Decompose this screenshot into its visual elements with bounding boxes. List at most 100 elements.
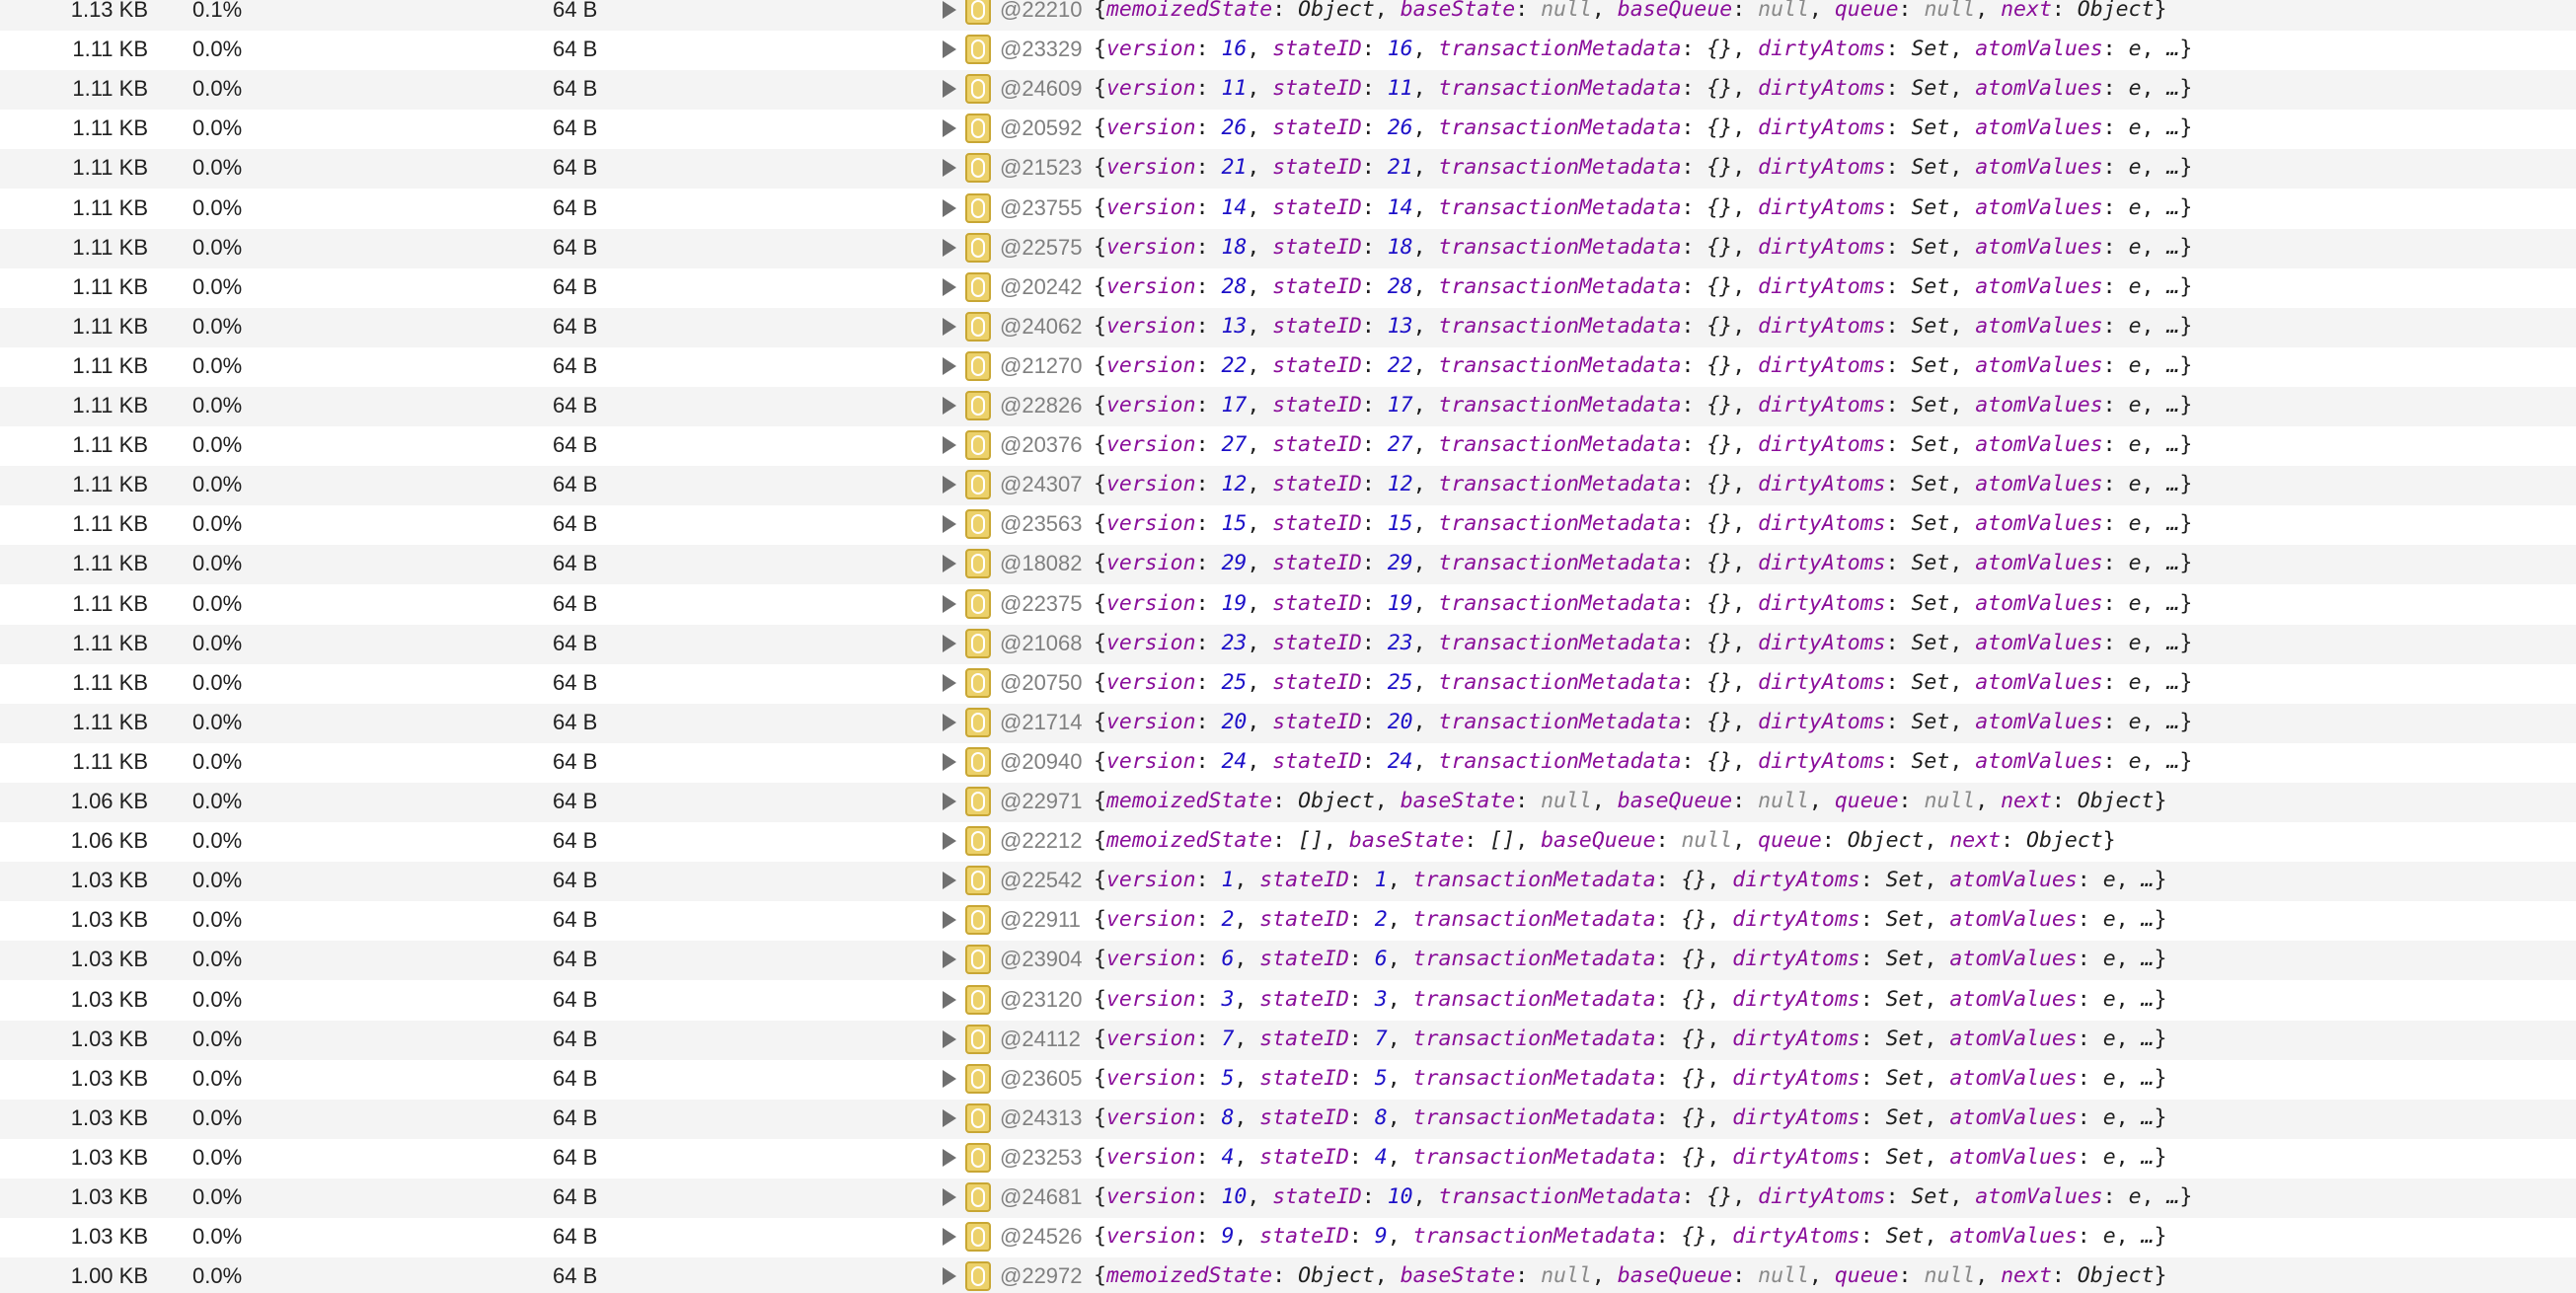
- table-row[interactable]: 1.03 KB 0.0% 64 B @24112 {version: 7, stateI…: [0, 1021, 2576, 1060]
- table-row[interactable]: 1.03 KB 0.0% 64 B @24681 {version: 10, state…: [0, 1179, 2576, 1218]
- field-value: e: [2102, 1145, 2116, 1170]
- disclosure-triangle-icon[interactable]: [943, 1030, 956, 1048]
- ellipsis: …: [2141, 1145, 2155, 1170]
- retained-percent: 0.0%: [192, 631, 243, 655]
- table-row[interactable]: 1.00 KB 0.0% 64 B @22972 {memoizedState: Obj…: [0, 1257, 2576, 1293]
- table-row[interactable]: 1.03 KB 0.0% 64 B @23904 {version: 6, stateI…: [0, 941, 2576, 980]
- disclosure-triangle-icon[interactable]: [943, 674, 956, 692]
- table-row[interactable]: 1.11 KB 0.0% 64 B @23329 {version: 16, state…: [0, 31, 2576, 70]
- disclosure-triangle-icon[interactable]: [943, 832, 956, 850]
- disclosure-triangle-icon[interactable]: [943, 1070, 956, 1088]
- table-row[interactable]: 1.11 KB 0.0% 64 B @24307 {version: 12, state…: [0, 466, 2576, 505]
- field-value: Object: [2026, 828, 2103, 853]
- disclosure-triangle-icon[interactable]: [943, 635, 956, 652]
- field-key: transactionMetadata: [1438, 115, 1682, 140]
- object-type-glyph: [971, 1266, 985, 1286]
- shallow-size: 64 B: [553, 155, 598, 180]
- field-key: atomValues: [1975, 37, 2103, 61]
- field-key: version: [1105, 1066, 1196, 1091]
- disclosure-triangle-icon[interactable]: [943, 476, 956, 494]
- shallow-size: 64 B: [553, 631, 598, 655]
- table-row[interactable]: 1.11 KB 0.0% 64 B @21714 {version: 20, state…: [0, 704, 2576, 743]
- object-type-glyph: [971, 910, 985, 930]
- disclosure-triangle-icon[interactable]: [943, 357, 956, 375]
- table-row[interactable]: 1.11 KB 0.0% 64 B @20750 {version: 25, state…: [0, 664, 2576, 704]
- field-key: stateID: [1272, 37, 1362, 61]
- field-value: 3: [1221, 987, 1235, 1012]
- object-preview: {memoizedState: Object, baseState: null,…: [1094, 789, 2167, 813]
- field-key: baseQueue: [1617, 1263, 1733, 1288]
- disclosure-triangle-icon[interactable]: [943, 159, 956, 177]
- table-row[interactable]: 1.06 KB 0.0% 64 B @22212 {memoizedState: [],…: [0, 822, 2576, 862]
- table-row[interactable]: 1.11 KB 0.0% 64 B @21068 {version: 23, state…: [0, 625, 2576, 664]
- field-value: 23: [1221, 631, 1248, 655]
- disclosure-triangle-icon[interactable]: [943, 951, 956, 968]
- table-row[interactable]: 1.03 KB 0.0% 64 B @23605 {version: 5, stateI…: [0, 1060, 2576, 1100]
- table-row[interactable]: 1.03 KB 0.0% 64 B @22911 {version: 2, stateI…: [0, 901, 2576, 941]
- table-row[interactable]: 1.11 KB 0.0% 64 B @22826 {version: 17, state…: [0, 387, 2576, 426]
- object-preview: {version: 14, stateID: 14, transactionMe…: [1094, 195, 2193, 220]
- disclosure-triangle-icon[interactable]: [943, 555, 956, 572]
- table-row[interactable]: 1.11 KB 0.0% 64 B @20940 {version: 24, state…: [0, 743, 2576, 783]
- disclosure-triangle-icon[interactable]: [943, 793, 956, 810]
- field-value: Set: [1911, 710, 1950, 734]
- table-row[interactable]: 1.11 KB 0.0% 64 B @24062 {version: 13, state…: [0, 308, 2576, 347]
- table-row[interactable]: 1.11 KB 0.0% 64 B @20592 {version: 26, state…: [0, 110, 2576, 149]
- field-value: Set: [1911, 670, 1950, 695]
- disclosure-triangle-icon[interactable]: [943, 753, 956, 771]
- disclosure-triangle-icon[interactable]: [943, 436, 956, 454]
- disclosure-triangle-icon[interactable]: [943, 318, 956, 336]
- disclosure-triangle-icon[interactable]: [943, 595, 956, 613]
- table-row[interactable]: 1.03 KB 0.0% 64 B @23120 {version: 3, stateI…: [0, 981, 2576, 1021]
- table-row[interactable]: 1.11 KB 0.0% 64 B @20242 {version: 28, state…: [0, 268, 2576, 308]
- disclosure-triangle-icon[interactable]: [943, 239, 956, 257]
- table-row[interactable]: 1.11 KB 0.0% 64 B @22375 {version: 19, state…: [0, 585, 2576, 625]
- field-value: 4: [1221, 1145, 1235, 1170]
- disclosure-triangle-icon[interactable]: [943, 714, 956, 731]
- disclosure-triangle-icon[interactable]: [943, 1109, 956, 1127]
- disclosure-triangle-icon[interactable]: [943, 80, 956, 98]
- table-row[interactable]: 1.11 KB 0.0% 64 B @20376 {version: 27, state…: [0, 426, 2576, 466]
- disclosure-triangle-icon[interactable]: [943, 278, 956, 296]
- disclosure-triangle-icon[interactable]: [943, 119, 956, 137]
- disclosure-triangle-icon[interactable]: [943, 1267, 956, 1285]
- table-row[interactable]: 1.11 KB 0.0% 64 B @24609 {version: 11, state…: [0, 70, 2576, 110]
- object-type-icon: [965, 1025, 991, 1054]
- table-row[interactable]: 1.11 KB 0.0% 64 B @18082 {version: 29, state…: [0, 545, 2576, 584]
- table-row[interactable]: 1.11 KB 0.0% 64 B @23563 {version: 15, state…: [0, 505, 2576, 545]
- disclosure-triangle-icon[interactable]: [943, 1188, 956, 1206]
- disclosure-triangle-icon[interactable]: [943, 991, 956, 1009]
- table-row[interactable]: 1.11 KB 0.0% 64 B @21523 {version: 21, state…: [0, 149, 2576, 189]
- table-row[interactable]: 1.03 KB 0.0% 64 B @23253 {version: 4, stateI…: [0, 1139, 2576, 1179]
- disclosure-triangle-icon[interactable]: [943, 911, 956, 929]
- ellipsis: …: [2141, 987, 2155, 1012]
- table-row[interactable]: 1.11 KB 0.0% 64 B @21270 {version: 22, state…: [0, 347, 2576, 387]
- table-row[interactable]: 1.11 KB 0.0% 64 B @23755 {version: 14, state…: [0, 190, 2576, 229]
- table-row[interactable]: 1.06 KB 0.0% 64 B @22971 {memoizedState: Obj…: [0, 783, 2576, 822]
- table-row[interactable]: 1.03 KB 0.0% 64 B @24313 {version: 8, stateI…: [0, 1100, 2576, 1139]
- disclosure-triangle-icon[interactable]: [943, 515, 956, 533]
- table-row[interactable]: 1.13 KB 0.1% 64 B @22210 {memoizedState: Obj…: [0, 0, 2576, 31]
- table-row[interactable]: 1.11 KB 0.0% 64 B @22575 {version: 18, state…: [0, 229, 2576, 268]
- table-row[interactable]: 1.03 KB 0.0% 64 B @24526 {version: 9, stateI…: [0, 1218, 2576, 1257]
- ellipsis: …: [2166, 749, 2180, 774]
- object-type-glyph: [971, 0, 985, 20]
- field-value: null: [1924, 789, 1976, 813]
- field-value: Object: [1298, 789, 1375, 813]
- disclosure-triangle-icon[interactable]: [943, 1228, 956, 1246]
- disclosure-triangle-icon[interactable]: [943, 199, 956, 217]
- object-type-glyph: [971, 514, 985, 534]
- object-preview: {version: 23, stateID: 23, transactionMe…: [1094, 631, 2193, 655]
- disclosure-triangle-icon[interactable]: [943, 40, 956, 58]
- disclosure-triangle-icon[interactable]: [943, 397, 956, 415]
- object-id: @24526: [1000, 1224, 1083, 1249]
- field-key: atomValues: [1949, 1027, 2078, 1051]
- disclosure-triangle-icon[interactable]: [943, 1149, 956, 1167]
- field-key: stateID: [1259, 1066, 1349, 1091]
- shallow-size: 64 B: [553, 1263, 598, 1288]
- table-row[interactable]: 1.03 KB 0.0% 64 B @22542 {version: 1, stateI…: [0, 862, 2576, 901]
- disclosure-triangle-icon[interactable]: [943, 1, 956, 19]
- field-value: null: [1924, 1263, 1976, 1288]
- disclosure-triangle-icon[interactable]: [943, 872, 956, 889]
- object-preview: {version: 13, stateID: 13, transactionMe…: [1094, 314, 2193, 339]
